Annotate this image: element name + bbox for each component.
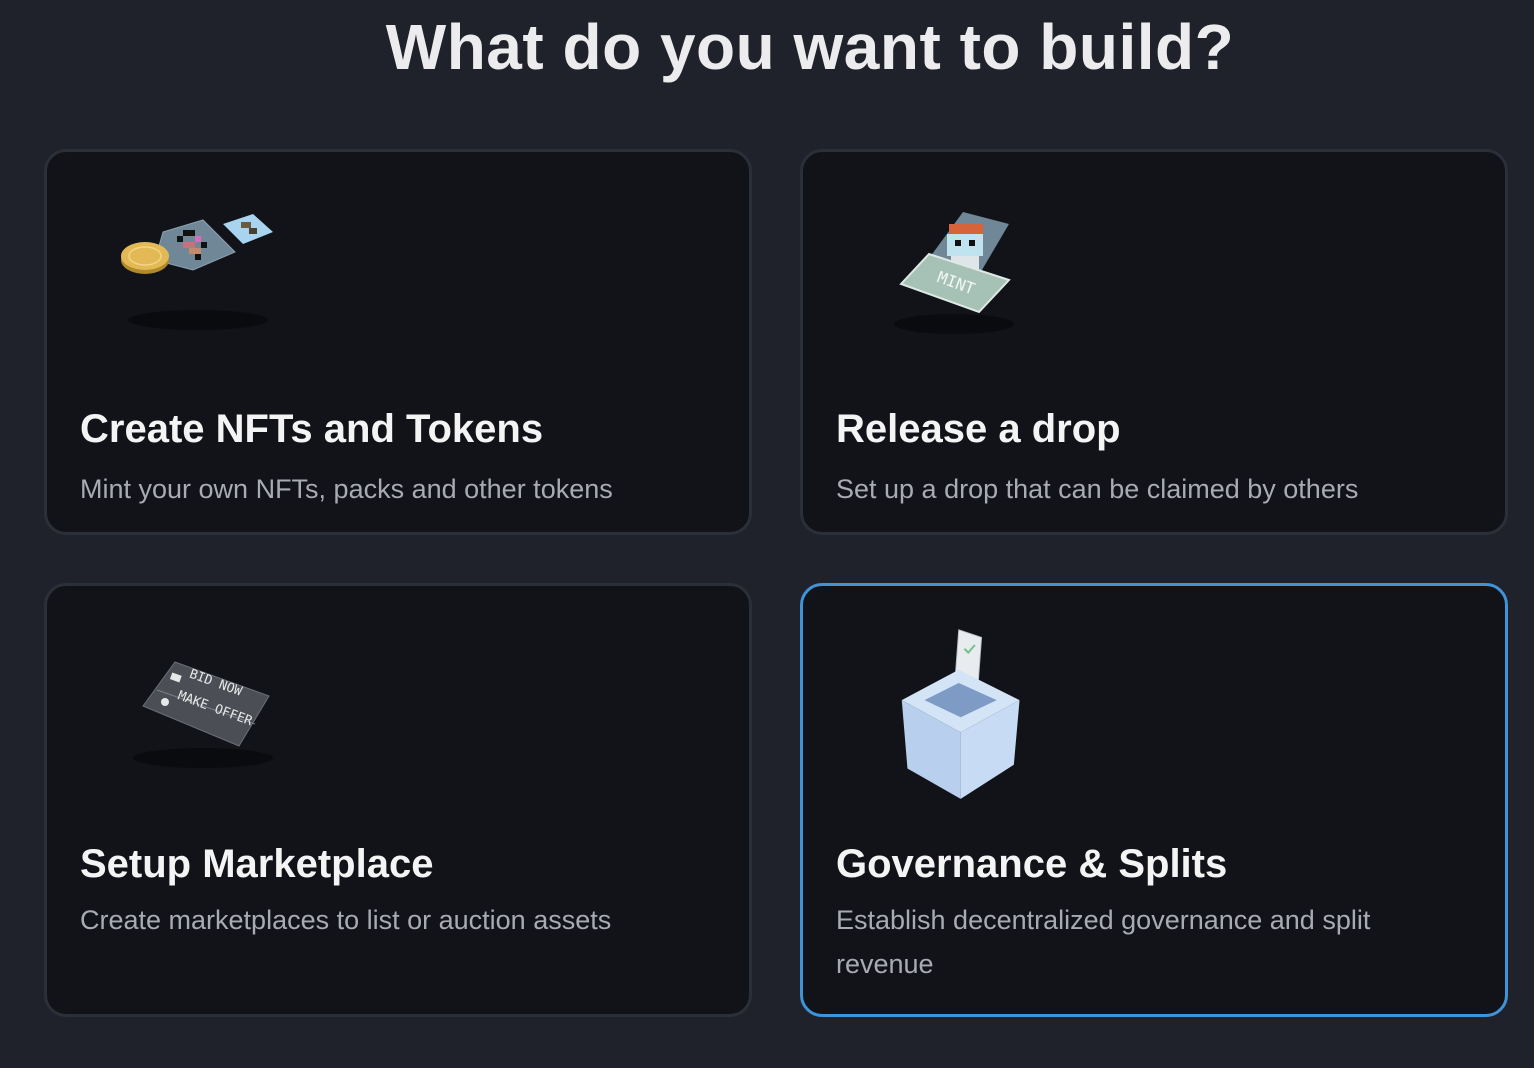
marketplace-illustration: BID NOW MAKE OFFER [133,661,273,768]
page-title: What do you want to build? [385,11,1235,83]
card-title: Create NFTs and Tokens [80,407,544,451]
setup-marketplace-card[interactable]: BID NOW MAKE OFFER Setup Marketplace Cre… [44,583,752,1017]
card-description: Create marketplaces to list or auction a… [80,905,612,935]
card-description: Mint your own NFTs, packs and other toke… [80,474,613,504]
card-title: Governance & Splits [836,842,1228,886]
release-drop-card[interactable]: MINT Release a drop Set up a drop that c… [800,149,1508,535]
mint-drop-illustration: MINT [894,212,1014,334]
governance-splits-card[interactable]: Governance & Splits Establish decentrali… [800,583,1508,1017]
ballot-box-illustration [901,629,1020,799]
card-description: Set up a drop that can be claimed by oth… [836,474,1359,504]
card-description: Establish decentralized governance and s… [836,905,1371,979]
card-title: Setup Marketplace [80,842,434,886]
create-nfts-card[interactable]: Create NFTs and Tokens Mint your own NFT… [44,149,752,535]
card-title: Release a drop [836,407,1121,451]
nft-tokens-illustration [121,214,273,330]
